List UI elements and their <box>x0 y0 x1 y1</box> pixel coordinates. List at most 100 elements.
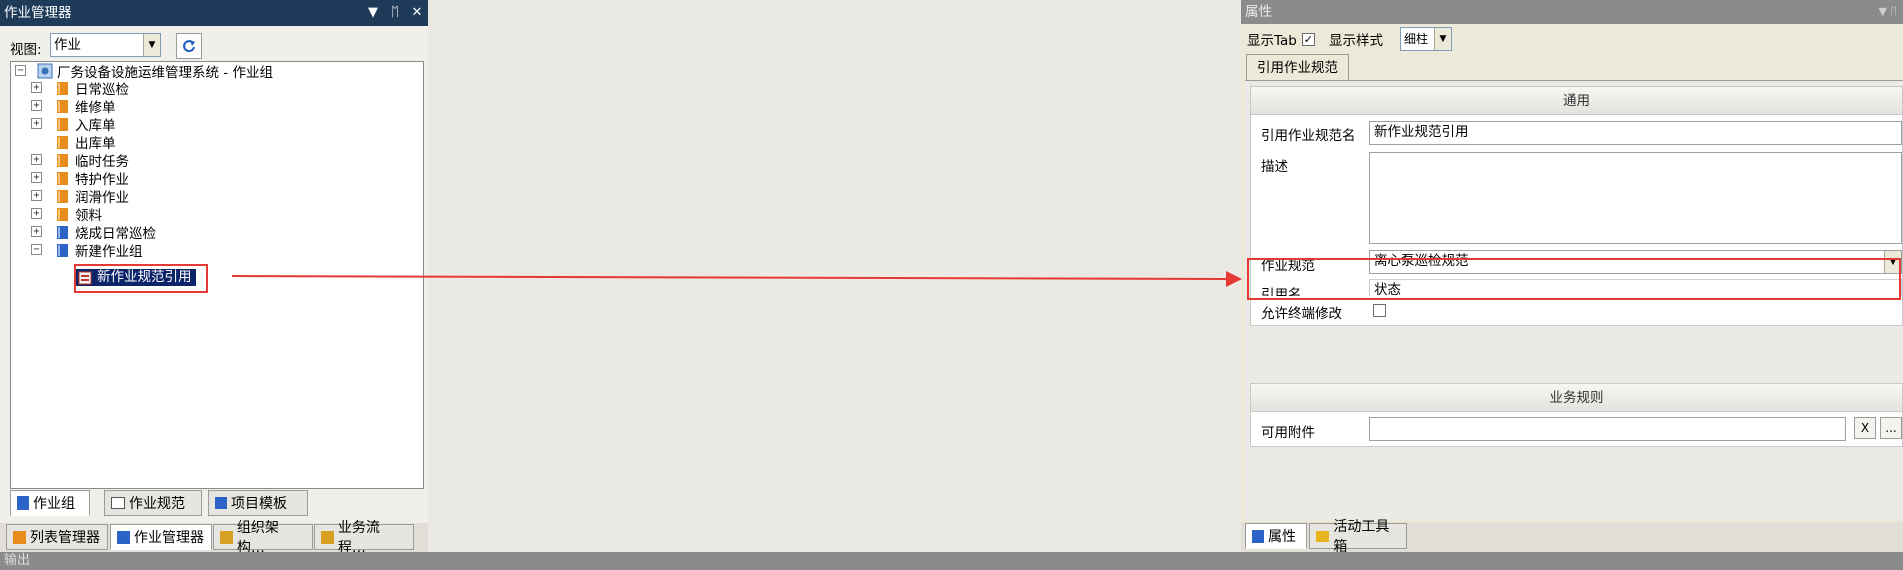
collapse-toggle[interactable]: − <box>31 244 42 255</box>
folder-icon <box>57 100 68 113</box>
expand-toggle[interactable]: + <box>31 172 42 183</box>
grid-icon <box>111 497 125 509</box>
tree-item-label: 维修单 <box>75 100 116 116</box>
tab-job-spec[interactable]: 作业规范 <box>104 490 202 516</box>
chevron-down-icon[interactable]: ▼ <box>143 34 160 56</box>
expand-toggle[interactable]: + <box>31 190 42 201</box>
chevron-down-icon[interactable]: ▼ <box>1434 28 1451 50</box>
tree-item-label: 烧成日常巡检 <box>75 226 156 242</box>
folder-icon <box>57 118 68 131</box>
tab-project-template[interactable]: 项目模板 <box>208 490 308 516</box>
collapse-toggle[interactable]: − <box>15 65 26 76</box>
tree-item-label: 润滑作业 <box>75 190 129 206</box>
folder-icon <box>57 154 68 167</box>
section-business-rules: 业务规则 可用附件 X ... <box>1250 383 1903 447</box>
show-style-select[interactable]: 细柱 ▼ <box>1400 27 1452 51</box>
tree-item[interactable]: + 维修单 <box>31 97 116 116</box>
description-label: 描述 <box>1261 159 1288 175</box>
allow-terminal-edit-row: 允许终端修改 <box>1250 296 1903 326</box>
document-area <box>428 0 1241 552</box>
tree-item-label: 临时任务 <box>75 154 129 170</box>
tab-job-group[interactable]: 作业组 <box>10 490 90 516</box>
property-grid: 通用 引用作业规范名 新作业规范引用 描述 作业规范 离心泵巡检规范 ▼ 引用名… <box>1245 80 1903 520</box>
tree-item[interactable]: + 领料 <box>31 205 102 224</box>
tree-item[interactable]: + 烧成日常巡检 <box>31 223 156 242</box>
highlight-box-job-spec <box>1247 258 1901 300</box>
tree-item[interactable]: 出库单 <box>31 133 116 152</box>
pin-icon[interactable]: ᛖ <box>388 0 402 26</box>
properties-title: 属性 <box>1245 4 1272 20</box>
expand-toggle[interactable]: + <box>31 154 42 165</box>
toolbox-icon <box>1316 530 1330 542</box>
folder-icon <box>57 190 68 203</box>
show-tab-option: 显示Tab ✓ <box>1247 27 1315 51</box>
manager-switcher: 列表管理器 作业管理器 组织架构… 业务流程… <box>0 520 428 556</box>
refresh-button[interactable] <box>176 33 202 59</box>
panel-title: 作业管理器 <box>4 5 72 21</box>
tab-ref-job-spec[interactable]: 引用作业规范 <box>1246 54 1349 81</box>
view-select[interactable]: 作业 ▼ <box>50 33 161 57</box>
tab-activity-toolbox[interactable]: 活动工具箱 <box>1309 519 1407 555</box>
view-label: 视图: <box>10 42 42 58</box>
tree-item[interactable]: + 特护作业 <box>31 169 129 188</box>
browse-attachment-button[interactable]: ... <box>1880 417 1902 439</box>
show-tab-checkbox[interactable]: ✓ <box>1301 32 1315 46</box>
close-icon[interactable]: ✕ <box>410 0 424 26</box>
expand-toggle[interactable]: + <box>31 226 42 237</box>
refresh-icon <box>183 40 195 53</box>
folder-icon <box>57 208 68 221</box>
tree-item[interactable]: + 日常巡检 <box>31 79 129 98</box>
tree-item-label: 入库单 <box>75 118 116 134</box>
show-tab-label: 显示Tab <box>1247 33 1297 49</box>
tab-org-structure[interactable]: 组织架构… <box>213 520 313 556</box>
job-manager-titlebar: 作业管理器 ▼ ᛖ ✕ <box>0 0 428 26</box>
attachments-label: 可用附件 <box>1261 425 1315 441</box>
show-style-value: 细柱 <box>1404 32 1429 46</box>
system-icon <box>37 63 53 79</box>
tree-item[interactable]: + 入库单 <box>31 115 116 134</box>
tree-root[interactable]: − 厂务设备设施运维管理系统 - 作业组 <box>15 62 273 81</box>
book-icon <box>17 496 29 510</box>
tree-item-label: 新建作业组 <box>75 244 143 260</box>
tab-list-manager[interactable]: 列表管理器 <box>6 524 108 550</box>
properties-icon <box>1252 529 1264 543</box>
list-icon <box>13 530 26 544</box>
expand-toggle[interactable]: + <box>31 208 42 219</box>
manager-tabs: 作业组 作业规范 项目模板 <box>0 490 428 518</box>
view-select-value: 作业 <box>54 37 81 53</box>
template-icon <box>215 497 227 509</box>
dropdown-icon[interactable]: ▼ <box>366 0 380 26</box>
tree-item-label: 日常巡检 <box>75 82 129 98</box>
panel-controls-icon[interactable]: ▼ ᛖ <box>1878 0 1897 24</box>
output-panel-titlebar[interactable]: 输出 <box>0 552 1903 570</box>
tree-item-label: 出库单 <box>75 136 116 152</box>
edit-icon <box>117 530 130 544</box>
description-textarea[interactable] <box>1369 152 1902 244</box>
highlight-box-tree-item <box>74 264 208 293</box>
show-style-option: 显示样式 <box>1329 27 1383 51</box>
attachments-input[interactable] <box>1369 417 1846 441</box>
clear-attachment-button[interactable]: X <box>1854 417 1876 439</box>
tab-business-flow[interactable]: 业务流程… <box>314 520 414 556</box>
tree-item[interactable]: − 新建作业组 <box>31 241 143 260</box>
job-manager-panel: 作业管理器 ▼ ᛖ ✕ 视图: 作业 ▼ − 厂务设备设施运维管理系统 - 作业… <box>0 0 428 556</box>
expand-toggle[interactable]: + <box>31 82 42 93</box>
section-rules-header: 业务规则 <box>1251 384 1902 412</box>
tree-item[interactable]: + 润滑作业 <box>31 187 129 206</box>
org-icon <box>220 530 233 544</box>
expand-toggle[interactable]: + <box>31 100 42 111</box>
properties-bottom-tabs: 属性 活动工具箱 <box>1241 519 1903 555</box>
show-style-label: 显示样式 <box>1329 33 1383 49</box>
expand-toggle[interactable]: + <box>31 118 42 129</box>
tab-job-manager[interactable]: 作业管理器 <box>110 524 212 550</box>
tree-item[interactable]: + 临时任务 <box>31 151 129 170</box>
allow-terminal-edit-checkbox[interactable] <box>1373 304 1386 317</box>
tree-item-label: 领料 <box>75 208 102 224</box>
properties-titlebar: 属性 ▼ ᛖ <box>1241 0 1903 24</box>
folder-icon <box>57 172 68 185</box>
ref-name-input[interactable]: 新作业规范引用 <box>1369 121 1902 145</box>
job-tree[interactable]: − 厂务设备设施运维管理系统 - 作业组 + 日常巡检 + 维修单 + 入库单 <box>10 61 424 489</box>
section-general-header: 通用 <box>1251 87 1902 115</box>
blue-folder-icon <box>57 244 68 257</box>
tab-properties[interactable]: 属性 <box>1245 523 1307 549</box>
